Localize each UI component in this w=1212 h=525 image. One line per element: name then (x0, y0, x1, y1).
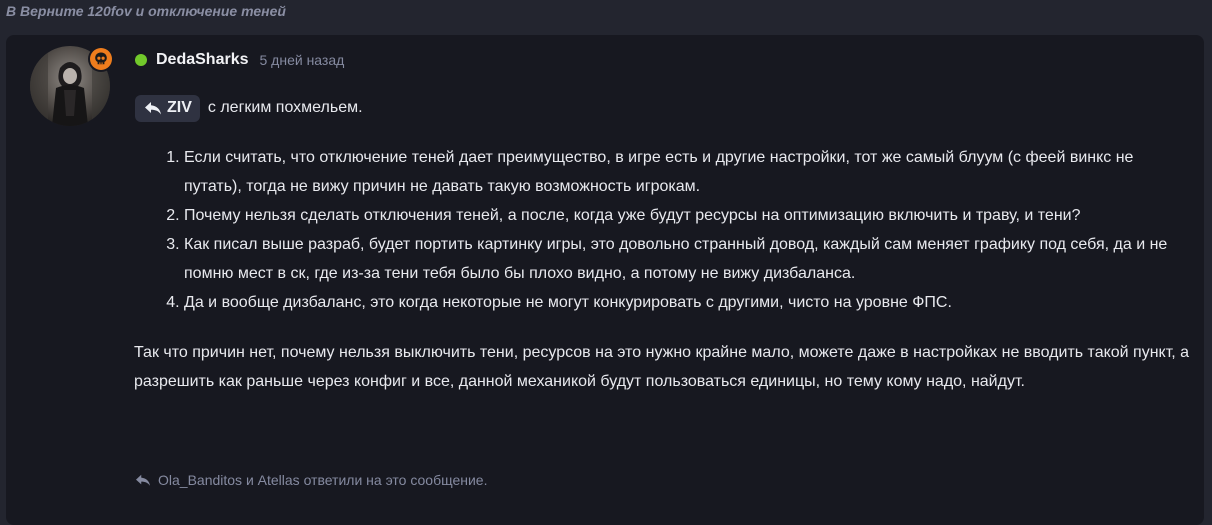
post-timestamp[interactable]: 5 дней назад (260, 52, 345, 68)
reply-mention-chip[interactable]: ZIV (135, 94, 200, 122)
skull-icon (95, 52, 107, 65)
post-paragraph: Так что причин нет, почему нельзя выключ… (134, 344, 1190, 390)
reply-arrow-icon (145, 102, 161, 115)
reply-text: с легким похмельем. (207, 99, 363, 116)
role-badge (88, 46, 114, 72)
post-header: DedaSharks 5 дней назад (135, 49, 344, 71)
post-body: Если считать, что отключение теней дает … (134, 143, 1194, 396)
list-item: Если считать, что отключение теней дает … (184, 143, 1194, 201)
reply-arrow-icon (136, 474, 150, 486)
numbered-list: Если считать, что отключение теней дает … (134, 143, 1194, 317)
list-item: Да и вообще дизбаланс, это когда некотор… (184, 288, 1194, 317)
list-item: Как писал выше разраб, будет портить кар… (184, 230, 1194, 288)
reply-reference: ZIV с легким похмельем. (135, 94, 363, 122)
replies-summary-text: Ola_Banditos и Atellas ответили на это с… (158, 472, 488, 488)
list-item: Почему нельзя сделать отключения теней, … (184, 201, 1194, 230)
online-status-icon (135, 54, 147, 66)
author-name[interactable]: DedaSharks (156, 51, 249, 69)
post-card: DedaSharks 5 дней назад ZIV с легким пох… (6, 35, 1204, 525)
replies-summary[interactable]: Ola_Banditos и Atellas ответили на это с… (134, 468, 487, 492)
thread-title[interactable]: В Верните 120fov и отключение теней (6, 3, 286, 19)
reply-mention-name: ZIV (167, 99, 192, 116)
